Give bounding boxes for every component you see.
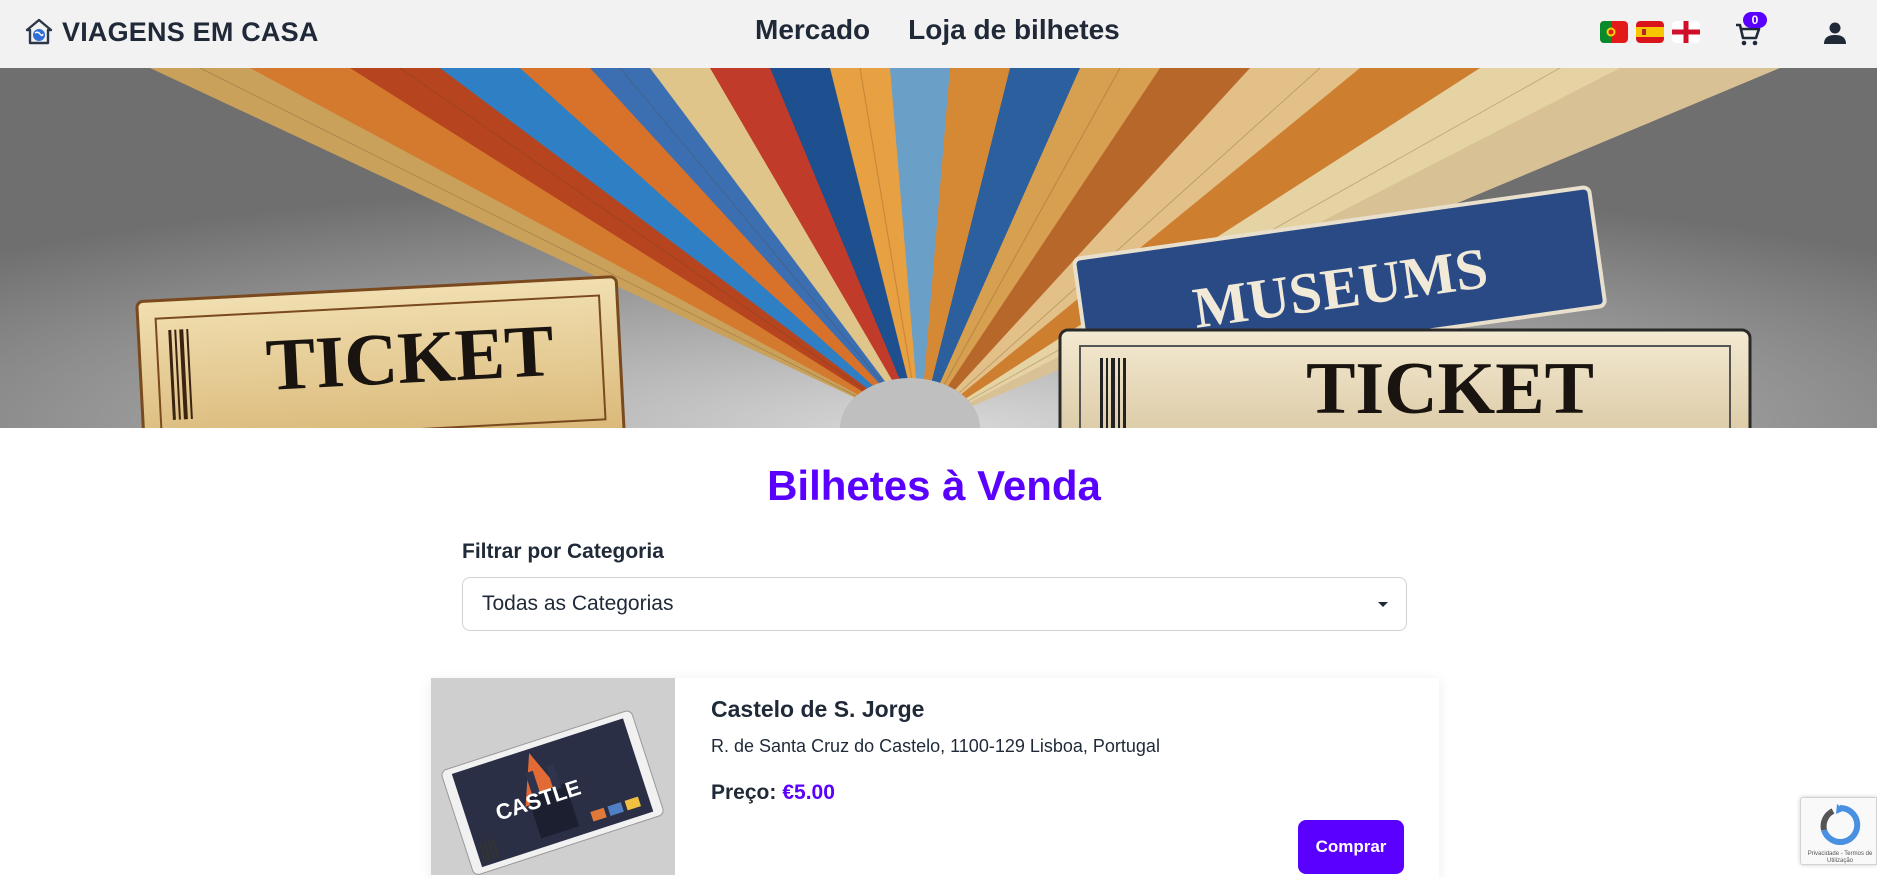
category-filter-value: Todas as Categorias <box>482 592 674 615</box>
nav-link-mercado[interactable]: Mercado <box>755 14 870 46</box>
ticket-price-label: Preço: <box>711 781 777 804</box>
category-filter-select[interactable]: Todas as Categorias <box>462 577 1407 631</box>
buy-button[interactable]: Comprar <box>1298 820 1404 874</box>
house-globe-icon <box>25 18 53 45</box>
ticket-name: Castelo de S. Jorge <box>711 696 925 722</box>
main-nav: Mercado Loja de bilhetes <box>755 14 1120 46</box>
cart-count-badge: 0 <box>1743 12 1767 28</box>
category-filter-label: Filtrar por Categoria <box>462 540 664 563</box>
recaptcha-icon <box>1820 804 1861 845</box>
portugal-flag-icon[interactable] <box>1600 21 1628 43</box>
tickets-banner-image: TICKET MUSEUMS TICKET <box>0 68 1877 428</box>
chevron-down-icon <box>1378 602 1388 607</box>
brand-logo-link[interactable]: VIAGENS EM CASA <box>24 14 319 50</box>
hero-banner: TICKET MUSEUMS TICKET <box>0 68 1877 428</box>
castle-ticket-image: CASTLE <box>431 678 675 875</box>
ticket-price-amount: €5.00 <box>782 781 835 804</box>
banner-ticket-left-text: TICKET <box>264 310 556 407</box>
ticket-address: R. de Santa Cruz do Castelo, 1100-129 Li… <box>711 736 1160 756</box>
england-flag-icon[interactable] <box>1672 21 1700 43</box>
brand-name: VIAGENS EM CASA <box>62 16 319 47</box>
ticket-card: CASTLE Castelo de S. Jorge R. de Santa C… <box>431 678 1439 878</box>
page-title: Bilhetes à Venda <box>767 462 1101 509</box>
top-navbar: VIAGENS EM CASA Mercado Loja de bilhetes… <box>0 0 1877 68</box>
ticket-price: Preço: €5.00 <box>711 781 835 805</box>
recaptcha-badge[interactable]: Privacidade - Termos de Utilização <box>1800 797 1877 865</box>
spain-flag-icon[interactable] <box>1636 21 1664 43</box>
user-account-icon[interactable] <box>1822 20 1848 46</box>
nav-link-loja-de-bilhetes[interactable]: Loja de bilhetes <box>908 14 1120 46</box>
ticket-image: CASTLE <box>431 678 675 875</box>
banner-ticket-right-text: TICKET <box>1306 348 1594 428</box>
recaptcha-terms: Privacidade - Termos de Utilização <box>1807 851 1873 864</box>
language-selector <box>1600 21 1700 43</box>
